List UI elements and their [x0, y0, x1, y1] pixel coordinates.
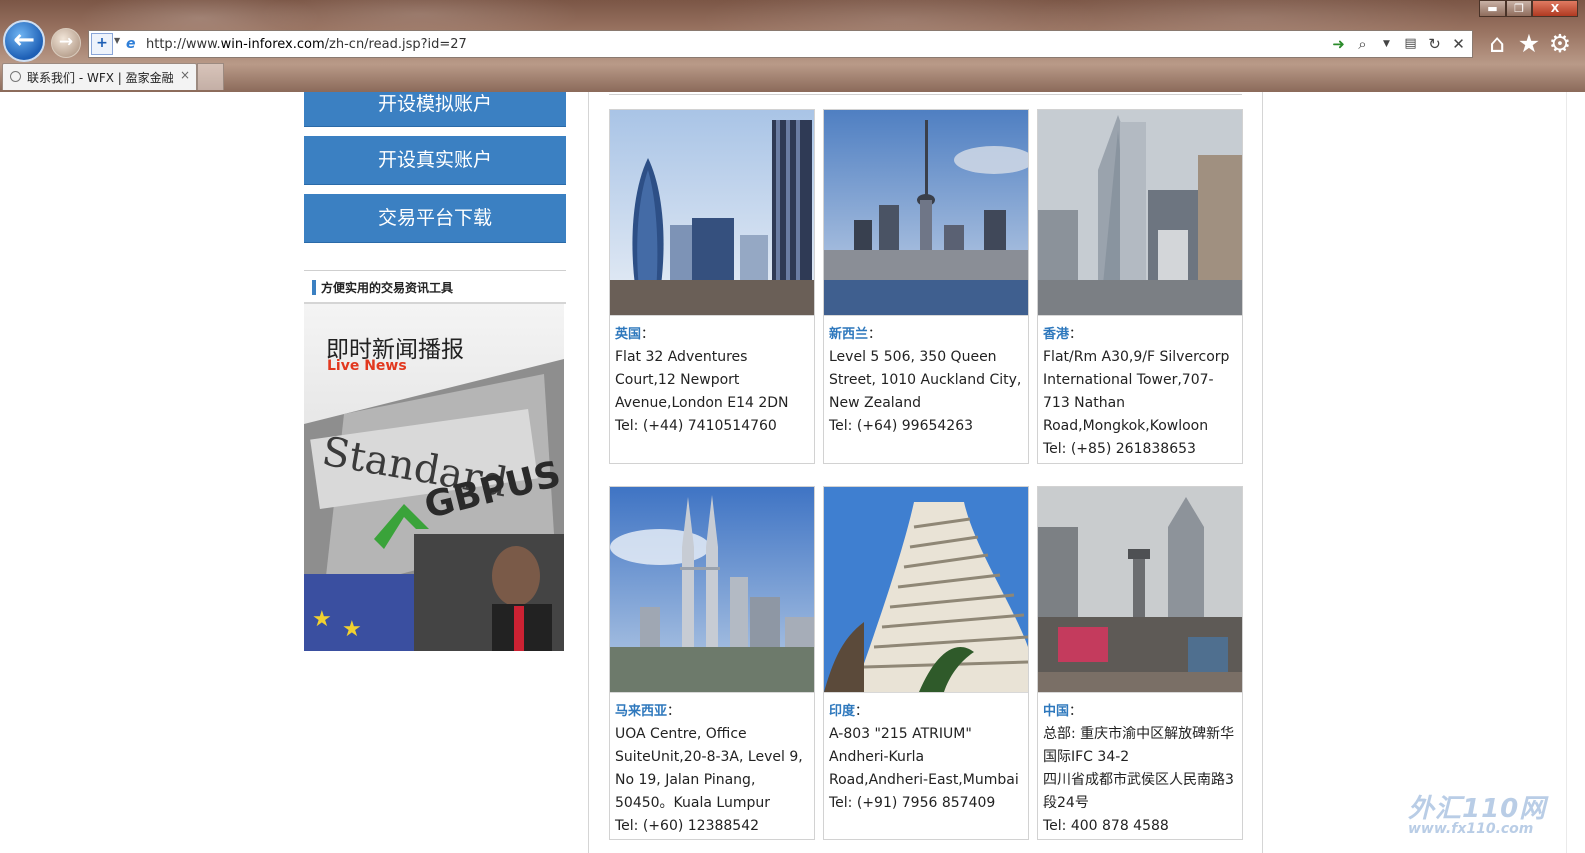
watermark-logo-text: 外汇110网	[1408, 794, 1547, 824]
forward-button[interactable]: →	[51, 28, 81, 58]
office-card-in: 印度： A-803 "215 ATRIUM" Andheri-Kurla Roa…	[823, 486, 1029, 840]
office-card-hk: 香港： Flat/Rm A30,9/F Silvercorp Internati…	[1037, 109, 1243, 464]
search-icon[interactable]: ⌕	[1355, 35, 1370, 53]
loading-icon	[10, 71, 21, 82]
browser-tab[interactable]: 联系我们 - WFX | 盈家金融 ×	[2, 63, 197, 90]
office-country: 新西兰	[829, 327, 869, 342]
office-tel: Tel: (+44) 7410514760	[615, 418, 777, 434]
chevron-down-icon[interactable]: ▼	[114, 36, 120, 45]
office-tel: Tel: (+64) 99654263	[829, 418, 974, 434]
platform-download-button[interactable]: 交易平台下载	[304, 194, 566, 243]
office-card-nz: 新西兰： Level 5 506, 350 Queen Street, 1010…	[823, 109, 1029, 464]
office-country: 中国	[1043, 704, 1070, 719]
office-country: 印度	[829, 704, 856, 719]
chevron-down-icon[interactable]: ▼	[1379, 35, 1394, 53]
window-close-button[interactable]: X	[1532, 0, 1578, 17]
open-real-account-button[interactable]: 开设真实账户	[304, 136, 566, 185]
fx110-watermark: 外汇110网 www.fx110.com	[1408, 788, 1558, 837]
kualalumpur-skyline-photo	[610, 487, 814, 693]
office-address: Level 5 506, 350 Queen Street, 1010 Auck…	[829, 349, 1022, 411]
office-address: Flat 32 Adventures Court,12 Newport Aven…	[615, 349, 789, 411]
close-icon[interactable]: ×	[180, 68, 190, 82]
office-card-my: 马来西亚： UOA Centre, Office SuiteUnit,20-8-…	[609, 486, 815, 840]
security-shield-icon[interactable]: +	[91, 33, 113, 55]
refresh-icon[interactable]: ↻	[1427, 35, 1442, 53]
svg-text:★: ★	[342, 617, 362, 642]
chongqing-street-photo	[1038, 487, 1242, 693]
office-tel: Tel: (+91) 7956 857409	[829, 795, 996, 811]
web-page: 开设模拟账户 开设真实账户 交易平台下载 方便实用的交易资讯工具 Standar…	[0, 92, 1585, 853]
star-icon[interactable]: ★	[1516, 31, 1542, 57]
banner-subtitle: Live News	[327, 358, 407, 374]
office-country: 英国	[615, 327, 642, 342]
back-arrow-icon: ←	[13, 25, 35, 55]
compatibility-icon[interactable]: ➜	[1331, 35, 1346, 53]
office-country: 马来西亚	[615, 704, 668, 719]
gear-icon[interactable]: ⚙	[1547, 31, 1573, 57]
open-demo-account-button[interactable]: 开设模拟账户	[304, 92, 566, 127]
compat-view-icon[interactable]: ▤	[1403, 35, 1418, 53]
tools-heading: 方便实用的交易资讯工具	[304, 270, 566, 304]
office-address: Flat/Rm A30,9/F Silvercorp International…	[1043, 349, 1230, 434]
window-minimize-button[interactable]: ▬	[1479, 0, 1506, 17]
office-tel: Tel: (+85) 261838653	[1043, 441, 1196, 457]
forward-arrow-icon: →	[58, 32, 74, 52]
address-url[interactable]: http://www.win-inforex.com/zh-cn/read.js…	[146, 37, 467, 52]
office-address: 总部: 重庆市渝中区解放碑新华国际IFC 34-2	[1043, 726, 1235, 765]
tab-title: 联系我们 - WFX | 盈家金融	[27, 71, 174, 85]
office-tel: Tel: (+60) 12388542	[615, 818, 760, 834]
stop-icon[interactable]: ✕	[1451, 35, 1466, 53]
london-skyline-photo	[610, 110, 814, 316]
office-country: 香港	[1043, 327, 1070, 342]
mumbai-building-photo	[824, 487, 1028, 693]
office-card-uk: 英国： Flat 32 Adventures Court,12 Newport …	[609, 109, 815, 464]
tools-heading-text: 方便实用的交易资讯工具	[321, 281, 454, 295]
ie-page-icon: e	[126, 36, 136, 52]
auckland-skyline-photo	[824, 110, 1028, 316]
svg-text:★: ★	[312, 607, 332, 632]
office-card-cn: 中国： 总部: 重庆市渝中区解放碑新华国际IFC 34-2 四川省成都市武侯区人…	[1037, 486, 1243, 840]
office-address: A-803 "215 ATRIUM" Andheri-Kurla Road,An…	[829, 726, 1019, 788]
office-address: UOA Centre, Office SuiteUnit,20-8-3A, Le…	[615, 726, 803, 811]
office-address-2: 四川省成都市武侯区人民南路3段24号	[1043, 772, 1234, 811]
home-icon[interactable]: ⌂	[1484, 31, 1510, 57]
hongkong-skyline-photo	[1038, 110, 1242, 316]
new-tab-button[interactable]	[197, 63, 224, 90]
back-button[interactable]: ←	[3, 20, 45, 62]
browser-chrome: ▬ ❐ X ← → + ▼ e http://www.win-inforex.c…	[0, 0, 1585, 92]
window-maximize-button[interactable]: ❐	[1506, 0, 1532, 17]
office-tel: Tel: 400 878 4588	[1043, 818, 1169, 834]
live-news-banner[interactable]: Standard GBPUS ★ ★ 即时新闻播报 Live News	[304, 304, 564, 651]
address-bar[interactable]: + ▼ e http://www.win-inforex.com/zh-cn/r…	[88, 30, 1473, 58]
